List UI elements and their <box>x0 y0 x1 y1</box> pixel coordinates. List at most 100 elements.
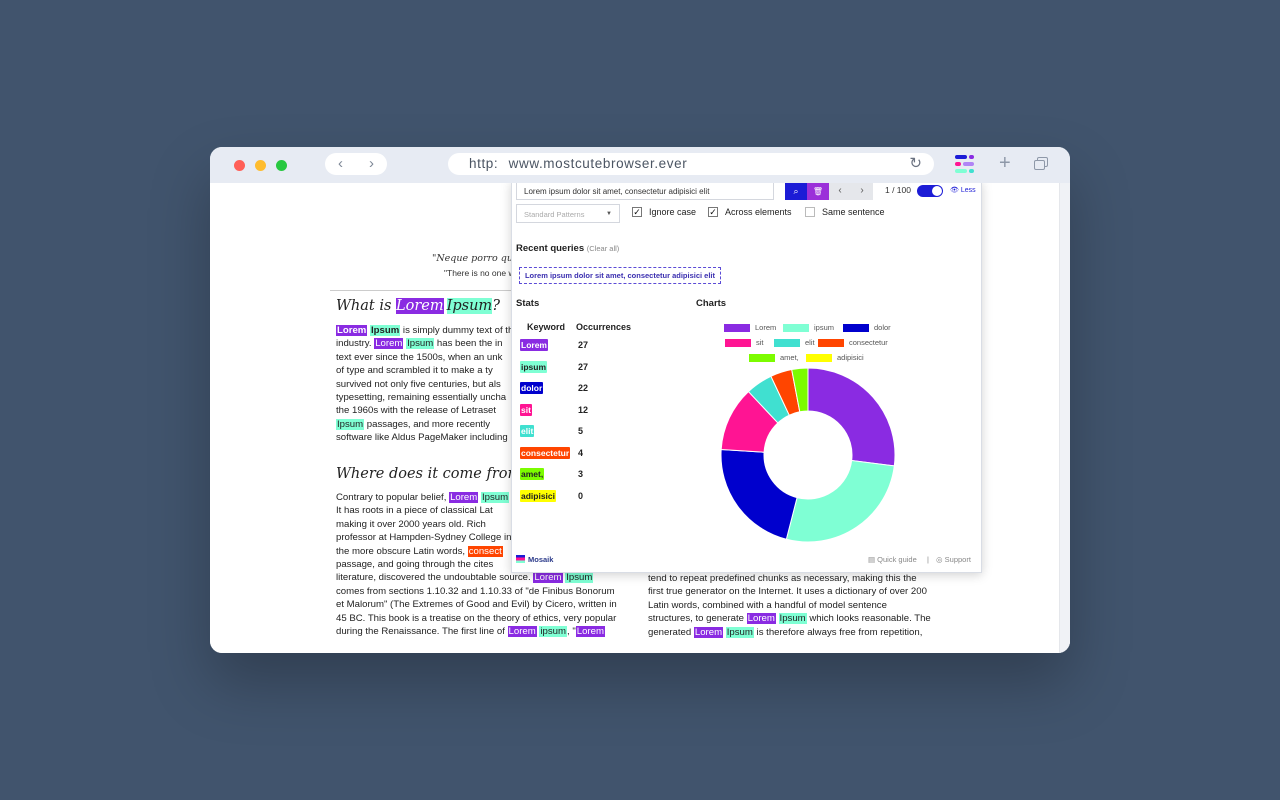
page-scrollbar[interactable] <box>1059 183 1070 653</box>
line-text: has been the in <box>434 338 503 350</box>
legend-label-ipsum: ipsum <box>814 323 835 332</box>
legend-swatch-ipsum[interactable] <box>783 324 809 332</box>
donut-slice-ipsum[interactable] <box>785 459 895 543</box>
mosaik-search-panel: Lorem ipsum dolor sit amet, consectetur … <box>511 183 982 573</box>
legend-swatch-lorem[interactable] <box>724 324 750 332</box>
quick-guide-link[interactable]: ▤ Quick guide <box>868 555 917 564</box>
less-button[interactable]: 👁 Less <box>950 186 976 194</box>
legend-swatch-sit[interactable] <box>725 339 751 347</box>
highlight-ipsum: Ipsum <box>370 325 401 336</box>
highlight-consectetur: consect <box>467 545 503 557</box>
mosaik-brand[interactable]: Mosaik <box>516 555 553 564</box>
legend-swatch-elit[interactable] <box>774 339 800 347</box>
clear-all-link[interactable]: (Clear all) <box>587 244 620 253</box>
highlight-toggle[interactable] <box>917 185 943 197</box>
text-line: during the Renaissance. The first line o… <box>336 625 629 638</box>
close-window-button[interactable] <box>234 160 245 171</box>
text-line: Lorem Ipsum is simply dummy text of th <box>336 324 511 337</box>
text-line: the 1960s with the release of Letraset <box>336 404 511 417</box>
highlight-lorem: Lorem <box>396 298 444 314</box>
paragraph-generator: tend to repeat predefined chunks as nece… <box>648 572 941 639</box>
search-input[interactable]: Lorem ipsum dolor sit amet, consectetur … <box>516 183 774 200</box>
search-icon: ⌕ <box>793 186 799 196</box>
forward-button[interactable]: › <box>356 153 387 175</box>
across-elements-checkbox[interactable]: ✓ <box>708 207 718 217</box>
text-line: tend to repeat predefined chunks as nece… <box>648 572 941 585</box>
keyword-badge-dolor: dolor <box>520 382 544 394</box>
highlight-lorem: Lorem <box>533 572 563 584</box>
reload-icon[interactable]: ↻ <box>909 154 922 172</box>
same-sentence-checkbox[interactable] <box>805 207 815 217</box>
support-label: Support <box>944 555 971 564</box>
tabs-overview-icon[interactable] <box>1034 157 1048 170</box>
text-line: Latin words, combined with a handful of … <box>648 599 941 612</box>
legend-swatch-amet[interactable] <box>749 354 775 362</box>
search-button[interactable]: ⌕ <box>785 183 807 200</box>
minimize-window-button[interactable] <box>255 160 266 171</box>
recent-title-text: Recent queries <box>516 243 585 254</box>
highlight-lorem: Lorem <box>449 492 479 503</box>
highlight-lorem: Lorem <box>575 626 605 638</box>
line-text: is simply dummy text of th <box>400 325 511 336</box>
address-bar[interactable]: http: www.mostcutebrowser.ever ↻ <box>448 153 934 175</box>
trash-icon: 🗑 <box>812 187 824 196</box>
mosaik-logo-icon <box>516 555 525 563</box>
line-text: software like Aldus PageMaker including <box>336 432 508 444</box>
heading-text: What is <box>336 298 392 314</box>
quote-latin: "Neque porro quis <box>432 253 521 264</box>
url-text: http: www.mostcutebrowser.ever <box>469 156 687 171</box>
text-line: et Malorum" (The Extremes of Good and Ev… <box>336 598 629 611</box>
toggle-knob <box>932 186 942 196</box>
line-text: , " <box>567 626 576 638</box>
legend-swatch-dolor[interactable] <box>843 324 869 332</box>
occurrence-count: 27 <box>578 340 589 350</box>
url-scheme: http: <box>469 156 499 171</box>
new-tab-icon[interactable]: + <box>999 152 1011 175</box>
ignore-case-checkbox[interactable]: ✓ <box>632 207 642 217</box>
legend-label-elit: elit <box>805 338 815 347</box>
mosaik-extension-icon[interactable] <box>955 155 975 175</box>
url-host: www.mostcutebrowser.ever <box>508 156 688 171</box>
keyword-header: Keyword <box>527 322 566 332</box>
occurrence-count: 22 <box>578 383 589 393</box>
text-line: literature, discovered the undoubtable s… <box>336 571 629 584</box>
charts-title: Charts <box>696 298 727 309</box>
stats-title: Stats <box>516 298 540 309</box>
keyword-badge-adipisici: adipisici <box>520 489 557 502</box>
legend-label-sit: sit <box>756 338 764 347</box>
pattern-select[interactable]: Standard Patterns ▼ <box>516 204 620 223</box>
legend-label-lorem: Lorem <box>755 323 777 332</box>
text-line: comes from sections 1.10.32 and 1.10.33 … <box>336 585 629 598</box>
legend-label-dolor: dolor <box>874 323 891 332</box>
highlight-ipsum: Ipsum <box>480 492 510 503</box>
donut-slice-dolor[interactable] <box>720 449 798 540</box>
back-button[interactable]: ‹ <box>325 153 356 175</box>
line-text: 45 BC. This book is a treatise on the th… <box>336 612 617 624</box>
next-match-button[interactable]: › <box>851 183 873 200</box>
highlight-ipsum: Ipsum <box>446 298 493 314</box>
line-text: et Malorum" (The Extremes of Good and Ev… <box>336 599 617 611</box>
line-text: during the Renaissance. The first line o… <box>336 626 508 638</box>
legend-swatch-consectetur[interactable] <box>818 339 844 347</box>
line-text: the 1960s with the release of Letraset <box>336 405 496 417</box>
keyword-badge-amet: amet, <box>520 468 545 480</box>
clear-button[interactable]: 🗑 <box>807 183 829 200</box>
line-text: literature, discovered the undoubtable s… <box>336 572 534 584</box>
line-text: passages, and more recently <box>364 418 490 430</box>
maximize-window-button[interactable] <box>276 160 287 171</box>
keyword-badge-elit: elit <box>520 425 535 437</box>
prev-match-button[interactable]: ‹ <box>829 183 851 200</box>
keyword-badge-consectetur: consectetur <box>520 446 571 459</box>
occurrence-count: 5 <box>578 426 584 436</box>
line-text: generated <box>648 626 694 638</box>
text-line: generated Lorem Ipsum is therefore alway… <box>648 626 941 639</box>
legend-swatch-adipisici[interactable] <box>806 354 832 362</box>
line-text: structures, to generate <box>648 613 747 625</box>
recent-query-chip[interactable]: Lorem ipsum dolor sit amet, consectetur … <box>519 267 721 284</box>
browser-window: ‹ › http: www.mostcutebrowser.ever ↻ + "… <box>210 147 1070 653</box>
same-sentence-label: Same sentence <box>822 207 885 217</box>
donut-slice-lorem[interactable] <box>807 367 896 467</box>
support-link[interactable]: ◎ Support <box>936 555 971 564</box>
line-text: survived not only five centuries, but al… <box>336 378 501 390</box>
text-line: software like Aldus PageMaker including <box>336 431 511 444</box>
